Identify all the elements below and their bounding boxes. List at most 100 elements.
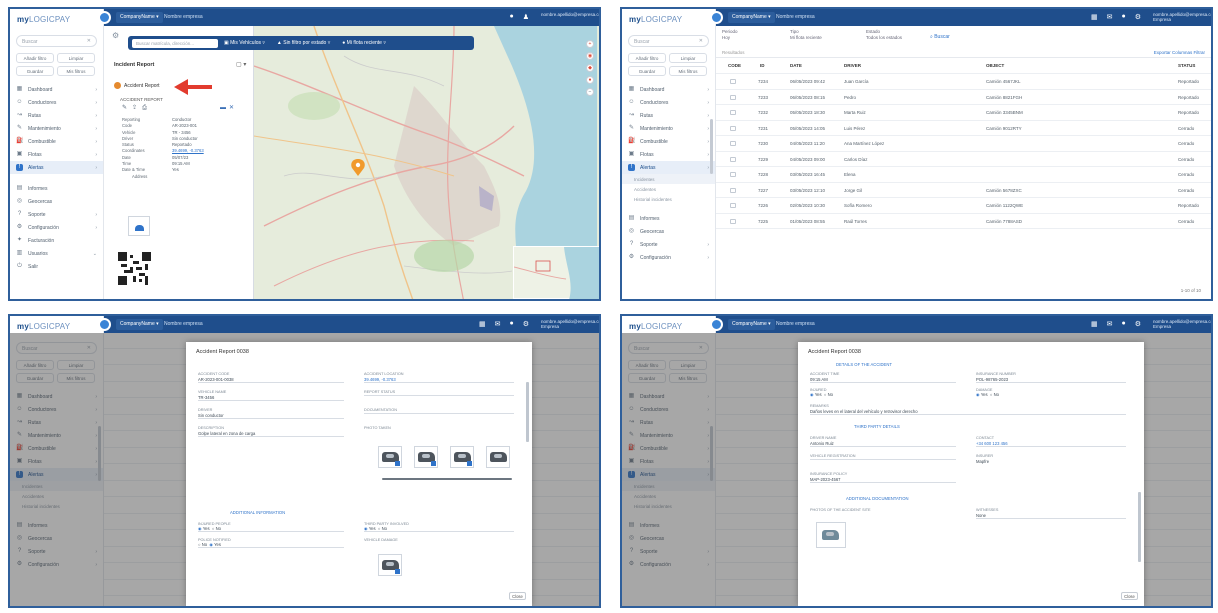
injured-radio[interactable]: ◉ Yes ○ No <box>810 392 956 397</box>
sidebar-item-logout[interactable]: ⏻ Salir <box>10 260 103 273</box>
user-menu[interactable]: nombre.apellido@empresa.com <box>541 12 599 17</box>
user-menu[interactable]: nombre.apellido@empresa.com Empresa <box>1153 319 1211 329</box>
site-photo-thumbnail[interactable] <box>816 522 846 548</box>
sidebar-item-fleets[interactable]: ▣ Flotas › <box>622 148 715 161</box>
mail-icon[interactable]: ✉ <box>1107 13 1113 21</box>
contact-link[interactable]: +34 600 123 456 <box>976 441 1126 446</box>
sidebar-item-settings[interactable]: ⚙ Configuración › <box>622 251 715 264</box>
row-checkbox[interactable] <box>730 141 736 146</box>
company-select[interactable]: CompanyName ▾ <box>728 12 775 23</box>
table-row[interactable]: 7229 04/05/2023 09:00 Carlos Díaz Cerrado <box>716 152 1211 167</box>
close-button[interactable]: Close <box>1121 592 1138 600</box>
chip-save[interactable]: Guardar <box>16 66 54 76</box>
map-view[interactable]: + ◉ ◆ ● − <box>254 26 599 299</box>
sidebar-search-input[interactable]: Buscar ✕ <box>16 35 97 47</box>
close-button[interactable]: Close <box>509 592 526 600</box>
table-row[interactable]: 7231 05/05/2023 14:05 Luis Pérez Camión 901… <box>716 121 1211 136</box>
sidebar-item-maintenance[interactable]: ✎ Mantenimiento › <box>10 122 103 135</box>
filter-my-vehicles[interactable]: ▣ Mis Vehículos ▿ <box>224 40 265 46</box>
sidebar-subitem[interactable]: Incidentes <box>622 174 715 184</box>
notification-icon[interactable]: ● <box>509 13 513 21</box>
row-checkbox[interactable] <box>730 125 736 131</box>
bell-icon[interactable]: ● <box>1121 320 1125 328</box>
compass-icon[interactable]: ◉ <box>586 52 594 60</box>
filter-status[interactable]: ▲ Sin filtro por estado ▿ <box>277 40 330 46</box>
sidebar-toggle-button[interactable] <box>98 318 111 331</box>
table-row[interactable]: 7233 06/05/2023 08:15 Pedro Camión 8821FGH R… <box>716 90 1211 105</box>
target-icon[interactable]: ● <box>586 76 594 84</box>
mail-icon[interactable]: ✉ <box>495 320 501 328</box>
period-filter[interactable]: Periodo Hoy <box>722 29 738 41</box>
grid-icon[interactable]: ▦ <box>1091 13 1098 21</box>
map-search-input[interactable]: Buscar matrícula, dirección... <box>132 38 218 48</box>
filter-recent-fleet[interactable]: ● Mi flota reciente ▿ <box>342 40 386 46</box>
gear-icon[interactable]: ⚙ <box>1135 320 1141 328</box>
company-select[interactable]: CompanyName ▾ <box>116 12 163 23</box>
photo-thumbnail[interactable] <box>486 446 510 468</box>
sidebar-item-users[interactable]: ▥ Usuarios ⌄ <box>10 247 103 260</box>
sidebar-item-reports[interactable]: ▤ Informes <box>622 212 715 225</box>
row-checkbox[interactable] <box>730 218 736 224</box>
chip-add-filter[interactable]: Añadir filtro <box>16 53 54 63</box>
row-checkbox[interactable] <box>730 172 736 177</box>
sidebar-item-alerts[interactable]: ! Alertas › <box>622 161 715 174</box>
user-menu[interactable]: nombre.apellido@empresa.com Empresa <box>541 319 599 329</box>
photo-thumbnail[interactable] <box>450 446 474 468</box>
sidebar-item-geofences[interactable]: ◎ Geocercas <box>622 225 715 238</box>
damage-photo-thumbnail[interactable] <box>378 554 402 576</box>
grid-icon[interactable]: ▦ <box>1091 320 1098 328</box>
gear-icon[interactable]: ⚙ <box>112 31 119 40</box>
row-checkbox[interactable] <box>730 203 736 208</box>
layers-icon[interactable]: ◆ <box>586 64 594 72</box>
table-row[interactable]: 7226 02/05/2023 10:30 Sofía Romero Camión 1… <box>716 198 1211 214</box>
zoom-in-button[interactable]: + <box>586 40 594 48</box>
sidebar-item-routes[interactable]: ↝ Rutas › <box>10 109 103 122</box>
table-row[interactable]: 7225 01/05/2023 08:55 Raúl Torres Camión 77… <box>716 214 1211 229</box>
police-radio[interactable]: ○ No ◉ Yes <box>198 542 344 547</box>
close-icon[interactable]: ✕ <box>229 105 237 111</box>
photo-scrollbar[interactable] <box>382 478 512 480</box>
sidebar-search-input[interactable]: Buscar ✕ <box>628 35 709 47</box>
table-row[interactable]: 7228 03/05/2023 16:45 Elena Cerrado <box>716 167 1211 183</box>
sidebar-item-dashboard[interactable]: ▦ Dashboard › <box>622 83 715 96</box>
print-icon[interactable]: ⎙ <box>142 105 152 111</box>
mail-icon[interactable]: ✉ <box>1107 320 1113 328</box>
chip-my-filters[interactable]: Mis filtros <box>669 66 707 76</box>
photo-thumbnail[interactable] <box>378 446 402 468</box>
pagination[interactable]: 1-10 of 10 <box>1181 288 1201 293</box>
user-icon[interactable]: ♟ <box>523 13 529 21</box>
gear-icon[interactable]: ⚙ <box>523 320 529 328</box>
col-code[interactable]: CODE <box>728 63 741 68</box>
sidebar-item-drivers[interactable]: ☺ Conductores › <box>622 96 715 109</box>
chip-my-filters[interactable]: Mis filtros <box>57 66 95 76</box>
modal-scrollbar[interactable] <box>1138 492 1141 562</box>
sidebar-item-support[interactable]: ? Soporte › <box>622 238 715 251</box>
search-button[interactable]: ⌕ Buscar <box>930 34 950 40</box>
row-checkbox[interactable] <box>730 156 736 162</box>
sidebar-item-drivers[interactable]: ☺ Conductores › <box>10 96 103 109</box>
share-icon[interactable]: ⇪ <box>132 105 142 111</box>
location-link[interactable]: 39.4699, -0.3763 <box>364 377 514 382</box>
sidebar-item-maintenance[interactable]: ✎ Mantenimiento › <box>622 122 715 135</box>
selected-report[interactable]: Accident Report <box>114 82 160 89</box>
chip-save[interactable]: Guardar <box>628 66 666 76</box>
sidebar-item-alerts[interactable]: ! Alertas › <box>10 161 103 174</box>
col-status[interactable]: STATUS <box>1178 63 1195 68</box>
overview-minimap[interactable] <box>513 246 599 299</box>
close-icon[interactable]: ✕ <box>87 38 91 44</box>
status-filter[interactable]: Estado Todos los estados <box>866 29 902 41</box>
damage-radio[interactable]: ◉ Yes ○ No <box>976 392 1126 397</box>
col-driver[interactable]: DRIVER <box>844 63 861 68</box>
company-select[interactable]: CompanyName ▾ <box>728 319 775 330</box>
photo-thumbnail[interactable] <box>414 446 438 468</box>
sidebar-item-reports[interactable]: ▤ Informes <box>10 182 103 195</box>
sidebar-item-routes[interactable]: ↝ Rutas › <box>622 109 715 122</box>
col-date[interactable]: DATE <box>790 63 802 68</box>
table-row[interactable]: 7230 04/05/2023 11:20 Ana Martínez López Ce… <box>716 136 1211 152</box>
sidebar-item-dashboard[interactable]: ▦ Dashboard › <box>10 83 103 96</box>
sidebar-toggle-button[interactable] <box>98 11 111 24</box>
edit-icon[interactable]: ✎ <box>122 105 132 111</box>
chip-clear[interactable]: Limpiar <box>669 53 707 63</box>
sidebar-toggle-button[interactable] <box>710 11 723 24</box>
user-menu[interactable]: nombre.apellido@empresa.com Empresa <box>1153 12 1211 22</box>
